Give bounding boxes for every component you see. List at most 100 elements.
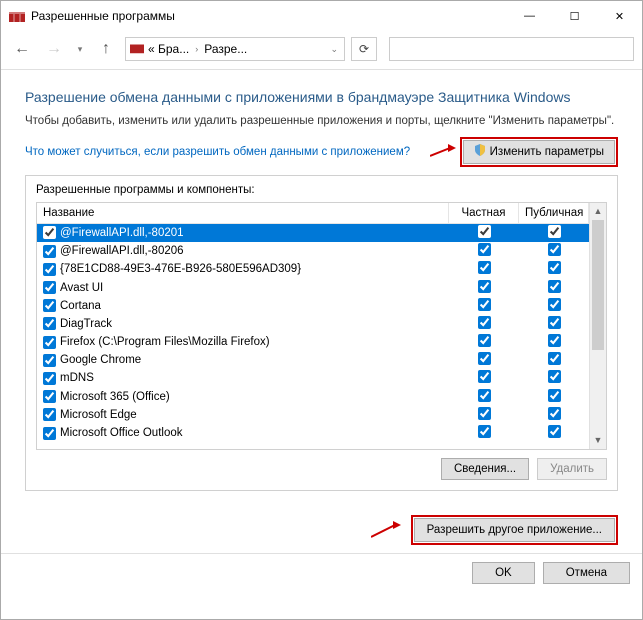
row-enabled-checkbox[interactable]: [43, 226, 56, 239]
breadcrumb-c2[interactable]: Разре...: [204, 42, 247, 56]
table-row[interactable]: Avast UI: [37, 278, 589, 296]
row-public-checkbox[interactable]: [548, 225, 561, 238]
breadcrumb-c1[interactable]: « Бра...: [148, 42, 189, 56]
row-private-checkbox[interactable]: [478, 243, 491, 256]
row-private-checkbox[interactable]: [478, 298, 491, 311]
row-private-checkbox[interactable]: [478, 316, 491, 329]
row-enabled-checkbox[interactable]: [43, 263, 56, 276]
row-name: @FirewallAPI.dll,-80201: [60, 227, 184, 239]
row-enabled-checkbox[interactable]: [43, 336, 56, 349]
col-name[interactable]: Название: [37, 203, 449, 223]
scrollbar[interactable]: ▲ ▼: [589, 203, 606, 449]
change-settings-label: Изменить параметры: [490, 146, 604, 158]
row-public-checkbox[interactable]: [548, 389, 561, 402]
row-name: Microsoft 365 (Office): [60, 391, 170, 403]
red-arrow-annotation: [430, 144, 456, 160]
row-enabled-checkbox[interactable]: [43, 372, 56, 385]
scroll-up-icon[interactable]: ▲: [590, 203, 606, 220]
details-button[interactable]: Сведения...: [441, 458, 529, 480]
row-name: Firefox (C:\Program Files\Mozilla Firefo…: [60, 336, 270, 348]
row-enabled-checkbox[interactable]: [43, 354, 56, 367]
row-private-checkbox[interactable]: [478, 389, 491, 402]
back-button[interactable]: ←: [9, 36, 35, 62]
highlight-outline: Разрешить другое приложение...: [411, 515, 618, 545]
row-public-checkbox[interactable]: [548, 280, 561, 293]
row-enabled-checkbox[interactable]: [43, 281, 56, 294]
row-name: DiagTrack: [60, 318, 112, 330]
col-private[interactable]: Частная: [449, 203, 519, 223]
table-row[interactable]: Firefox (C:\Program Files\Mozilla Firefo…: [37, 333, 589, 351]
row-name: Microsoft Office Outlook: [60, 427, 183, 439]
change-settings-button[interactable]: Изменить параметры: [463, 140, 615, 164]
allow-other-app-button[interactable]: Разрешить другое приложение...: [414, 518, 615, 542]
col-public[interactable]: Публичная: [519, 203, 589, 223]
row-public-checkbox[interactable]: [548, 425, 561, 438]
row-enabled-checkbox[interactable]: [43, 317, 56, 330]
page-title: Разрешение обмена данными с приложениями…: [25, 88, 618, 107]
table-row[interactable]: Microsoft Edge: [37, 406, 589, 424]
row-private-checkbox[interactable]: [478, 280, 491, 293]
row-name: {78E1CD88-49E3-476E-B926-580E596AD309}: [60, 263, 301, 275]
row-private-checkbox[interactable]: [478, 407, 491, 420]
refresh-button[interactable]: ⟳: [351, 37, 377, 61]
table-row[interactable]: mDNS: [37, 369, 589, 387]
table-row[interactable]: Microsoft Office Outlook: [37, 424, 589, 442]
nav-row: ← → ▾ ↑ « Бра... › Разре... ⌄ ⟳: [1, 31, 642, 67]
ok-button[interactable]: OK: [472, 562, 535, 584]
row-public-checkbox[interactable]: [548, 243, 561, 256]
table-row[interactable]: Cortana: [37, 297, 589, 315]
chevron-down-icon[interactable]: ⌄: [328, 44, 340, 55]
row-name: @FirewallAPI.dll,-80206: [60, 245, 184, 257]
row-public-checkbox[interactable]: [548, 334, 561, 347]
search-input[interactable]: [389, 37, 634, 61]
scroll-down-icon[interactable]: ▼: [590, 432, 606, 449]
row-public-checkbox[interactable]: [548, 298, 561, 311]
red-arrow-annotation: [371, 521, 401, 539]
row-private-checkbox[interactable]: [478, 352, 491, 365]
up-button[interactable]: ↑: [93, 36, 119, 62]
titlebar: Разрешенные программы — ☐ ✕: [1, 1, 642, 31]
row-enabled-checkbox[interactable]: [43, 245, 56, 258]
row-public-checkbox[interactable]: [548, 407, 561, 420]
row-private-checkbox[interactable]: [478, 261, 491, 274]
table-row[interactable]: DiagTrack: [37, 315, 589, 333]
page-subtitle: Чтобы добавить, изменить или удалить раз…: [25, 115, 618, 127]
apps-list: Название Частная Публичная @FirewallAPI.…: [36, 202, 607, 450]
highlight-outline: Изменить параметры: [460, 137, 618, 167]
table-row[interactable]: Google Chrome: [37, 351, 589, 369]
row-enabled-checkbox[interactable]: [43, 427, 56, 440]
shield-icon: [474, 144, 486, 159]
address-bar[interactable]: « Бра... › Разре... ⌄: [125, 37, 345, 61]
firewall-icon: [130, 41, 144, 58]
table-row[interactable]: {78E1CD88-49E3-476E-B926-580E596AD309}: [37, 260, 589, 278]
row-name: Cortana: [60, 300, 101, 312]
row-private-checkbox[interactable]: [478, 334, 491, 347]
row-enabled-checkbox[interactable]: [43, 408, 56, 421]
minimize-button[interactable]: —: [507, 1, 552, 31]
row-public-checkbox[interactable]: [548, 370, 561, 383]
row-enabled-checkbox[interactable]: [43, 299, 56, 312]
row-public-checkbox[interactable]: [548, 261, 561, 274]
dialog-footer: OK Отмена: [1, 553, 642, 592]
table-row[interactable]: Microsoft 365 (Office): [37, 388, 589, 406]
row-private-checkbox[interactable]: [478, 425, 491, 438]
risk-link[interactable]: Что может случиться, если разрешить обме…: [25, 146, 430, 158]
row-name: Avast UI: [60, 282, 103, 294]
row-name: mDNS: [60, 372, 94, 384]
maximize-button[interactable]: ☐: [552, 1, 597, 31]
row-name: Google Chrome: [60, 354, 141, 366]
close-button[interactable]: ✕: [597, 1, 642, 31]
row-public-checkbox[interactable]: [548, 352, 561, 365]
forward-button[interactable]: →: [41, 36, 67, 62]
table-row[interactable]: @FirewallAPI.dll,-80201: [37, 224, 589, 242]
scroll-thumb[interactable]: [592, 220, 604, 350]
row-private-checkbox[interactable]: [478, 225, 491, 238]
row-public-checkbox[interactable]: [548, 316, 561, 329]
row-enabled-checkbox[interactable]: [43, 390, 56, 403]
group-label: Разрешенные программы и компоненты:: [36, 184, 607, 196]
table-row[interactable]: @FirewallAPI.dll,-80206: [37, 242, 589, 260]
row-private-checkbox[interactable]: [478, 370, 491, 383]
history-dropdown[interactable]: ▾: [73, 44, 87, 55]
window-title: Разрешенные программы: [31, 9, 507, 23]
cancel-button[interactable]: Отмена: [543, 562, 630, 584]
